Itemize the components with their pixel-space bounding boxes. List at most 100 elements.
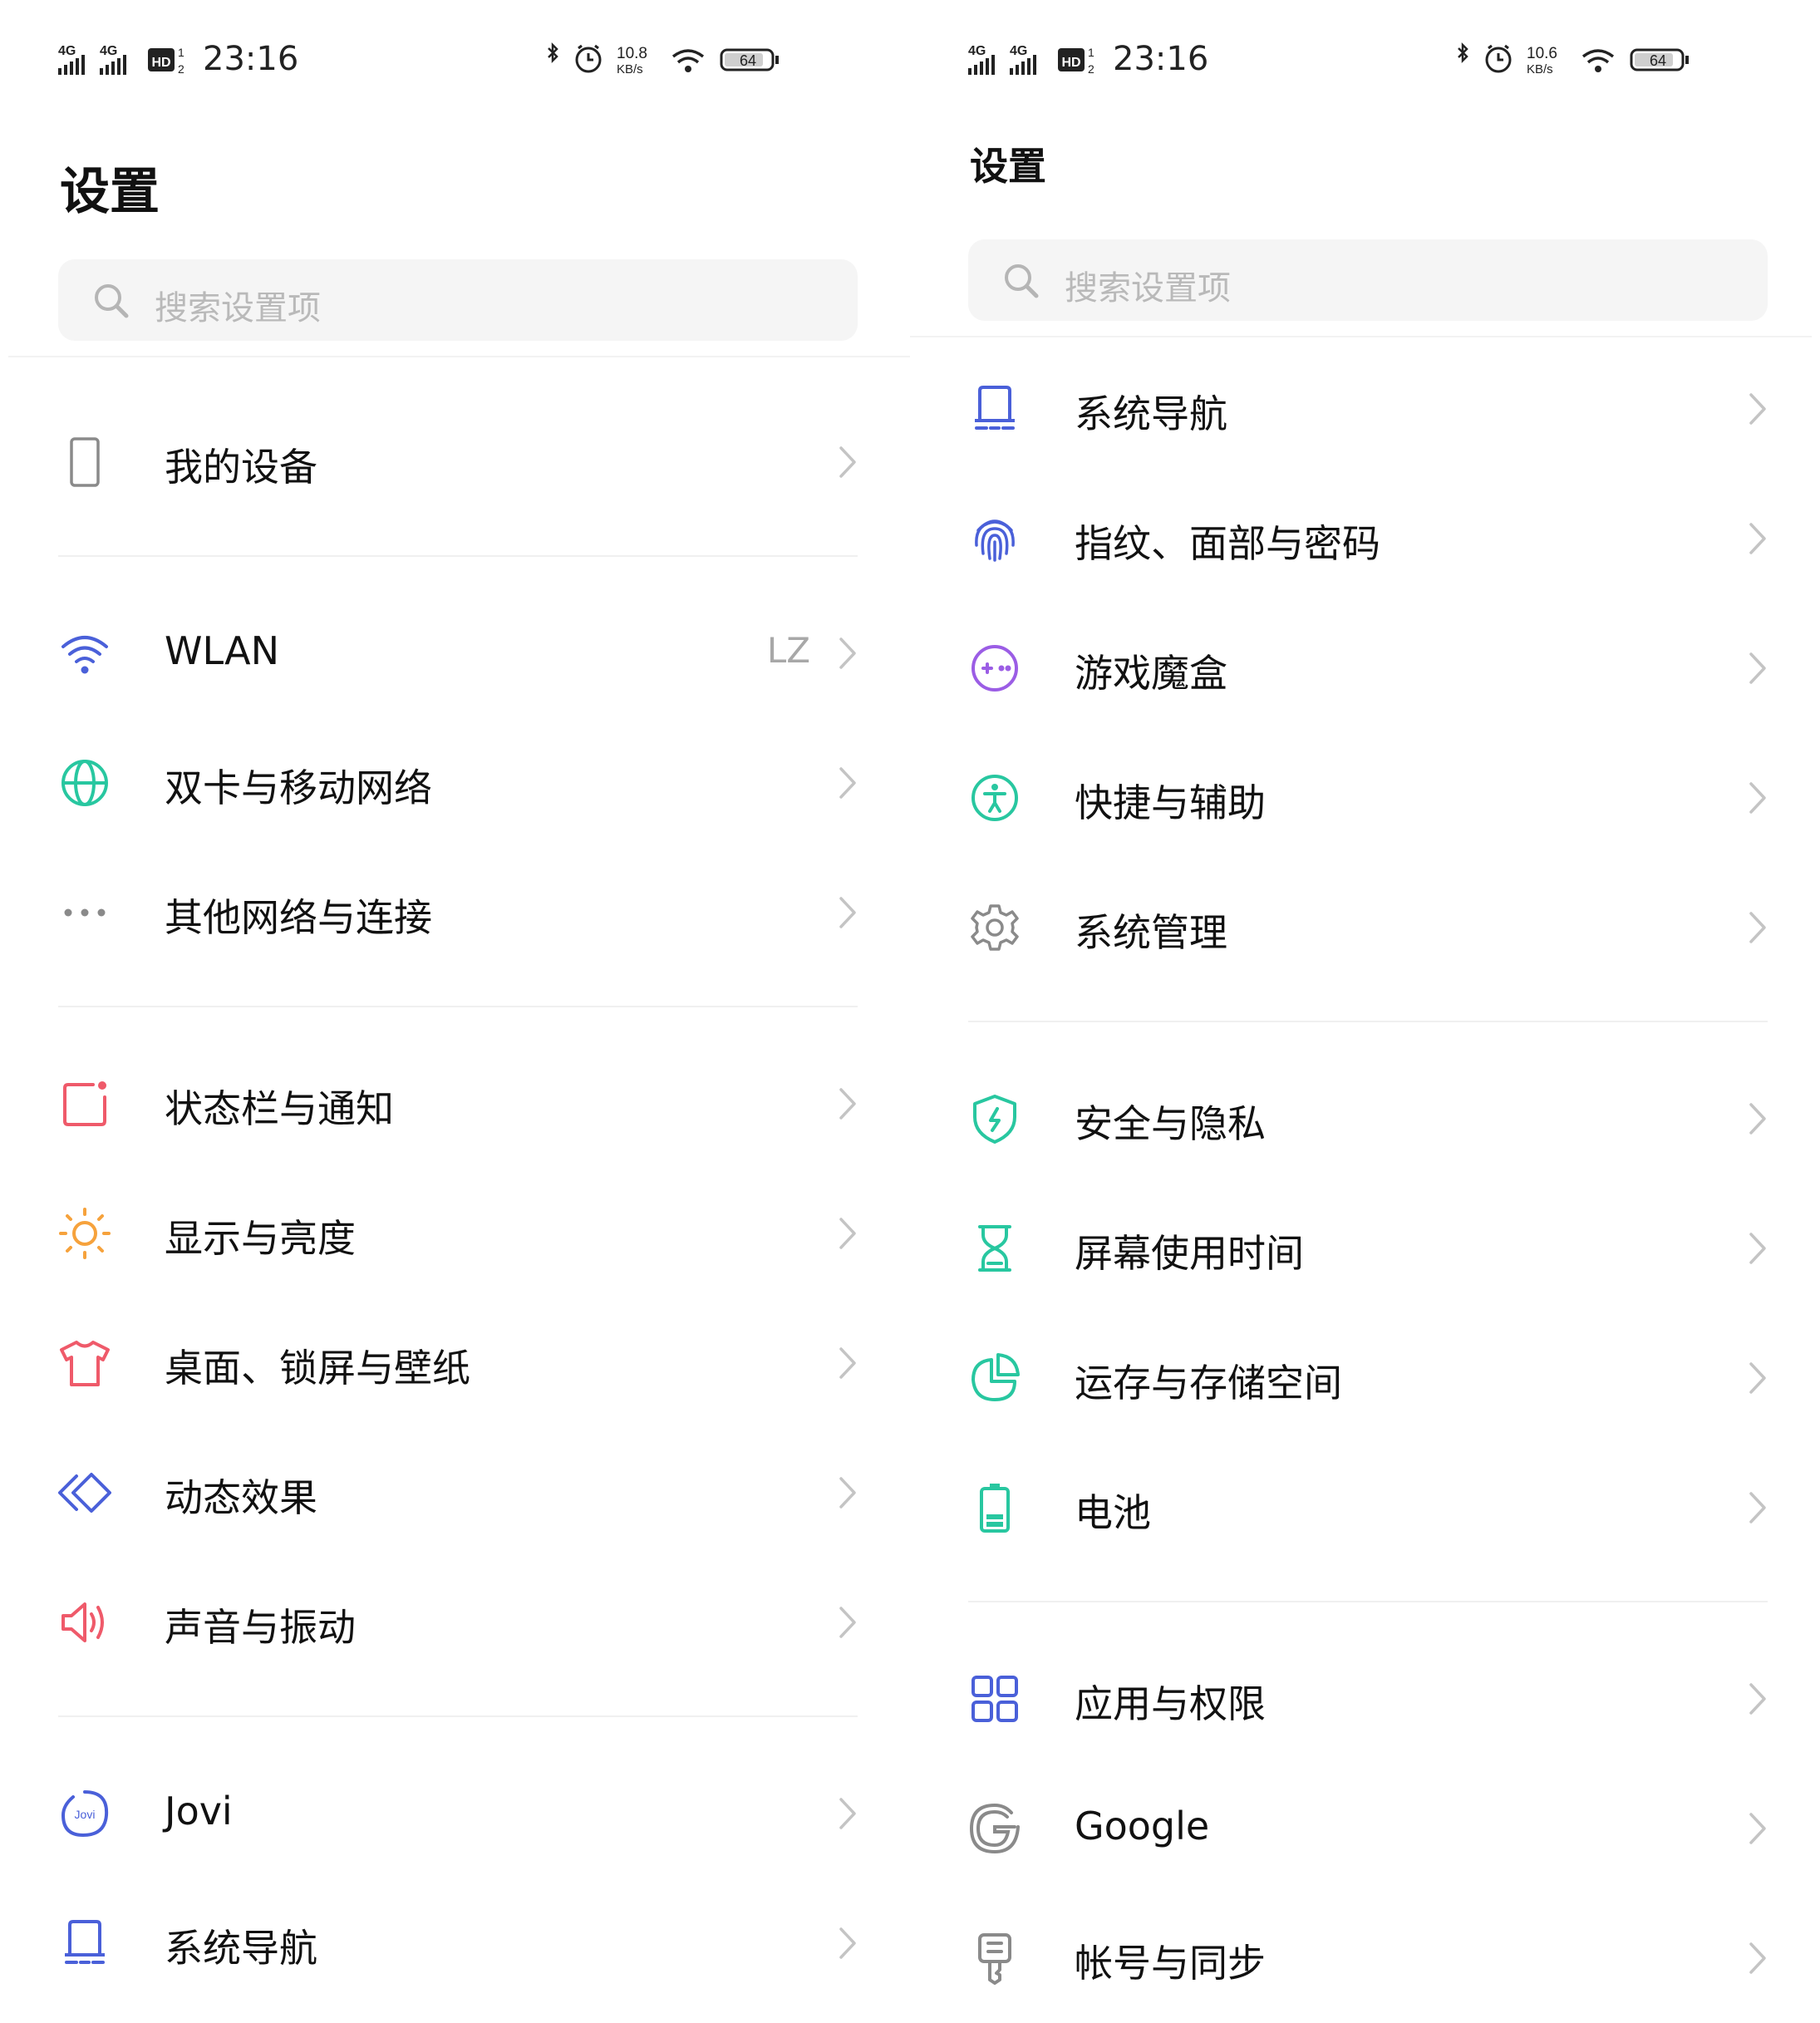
settings-row-memory-storage[interactable]: 运存与存储空间 bbox=[910, 1313, 1820, 1443]
chevron-right-icon bbox=[1749, 393, 1766, 425]
settings-row-battery[interactable]: 电池 bbox=[910, 1443, 1820, 1573]
chevron-right-icon bbox=[1749, 1233, 1766, 1264]
speaker-icon bbox=[61, 1602, 104, 1642]
settings-row-shortcuts-accessibility[interactable]: 快捷与辅助 bbox=[910, 733, 1820, 863]
left-settings-screen: 4G 4G HD 1 2 23:16 10.8 KB/s 64 设置 搜索设置项… bbox=[0, 0, 910, 2018]
svg-text:4G: 4G bbox=[968, 44, 986, 58]
clock-time: 23:16 bbox=[1113, 40, 1209, 78]
search-bar[interactable]: 搜索设置项 bbox=[58, 259, 858, 341]
settings-row-wlan[interactable]: WLAN LZ bbox=[0, 588, 910, 718]
row-label: 屏幕使用时间 bbox=[1075, 1231, 1304, 1276]
svg-text:2: 2 bbox=[178, 62, 184, 76]
settings-row-game-box[interactable]: 游戏魔盒 bbox=[910, 603, 1820, 733]
settings-row-jovi[interactable]: Jovi Jovi bbox=[0, 1749, 910, 1878]
diamond-icon bbox=[58, 1473, 111, 1513]
settings-row-security-privacy[interactable]: 安全与隐私 bbox=[910, 1054, 1820, 1184]
settings-row-screen-time[interactable]: 屏幕使用时间 bbox=[910, 1184, 1820, 1313]
google-icon bbox=[969, 1803, 1020, 1854]
gear-icon bbox=[971, 904, 1019, 951]
row-label: 状态栏与通知 bbox=[165, 1086, 394, 1131]
settings-row-google[interactable]: Google bbox=[910, 1764, 1820, 1893]
signal-icon: 4G 4G bbox=[968, 44, 1036, 75]
settings-row-desktop-wallpaper[interactable]: 桌面、锁屏与壁纸 bbox=[0, 1298, 910, 1428]
row-label: 游戏魔盒 bbox=[1075, 651, 1227, 696]
row-label: 动态效果 bbox=[165, 1475, 317, 1520]
section-divider bbox=[58, 1006, 858, 1007]
row-label: 帐号与同步 bbox=[1075, 1941, 1266, 1986]
row-label: 桌面、锁屏与壁纸 bbox=[165, 1346, 470, 1391]
section-divider bbox=[58, 555, 858, 557]
row-label: Jovi bbox=[165, 1789, 233, 1833]
account-key-icon bbox=[978, 1933, 1011, 1985]
row-label: 双卡与移动网络 bbox=[165, 765, 432, 810]
chevron-right-icon bbox=[839, 897, 856, 928]
settings-row-statusbar-notifications[interactable]: 状态栏与通知 bbox=[0, 1039, 910, 1169]
settings-row-dual-sim[interactable]: 双卡与移动网络 bbox=[0, 718, 910, 848]
search-icon bbox=[95, 284, 129, 318]
row-label: WLAN bbox=[165, 628, 280, 673]
hourglass-icon bbox=[978, 1225, 1011, 1272]
page-title: 设置 bbox=[60, 163, 160, 221]
settings-row-accounts-sync[interactable]: 帐号与同步 bbox=[910, 1893, 1820, 2023]
jovi-icon: Jovi bbox=[61, 1790, 109, 1838]
settings-row-system-management[interactable]: 系统管理 bbox=[910, 863, 1820, 992]
row-label: 电池 bbox=[1075, 1490, 1151, 1535]
section-divider bbox=[968, 1601, 1768, 1602]
globe-icon bbox=[61, 760, 108, 806]
svg-text:64: 64 bbox=[1650, 52, 1666, 69]
chevron-right-icon bbox=[839, 1927, 856, 1959]
settings-row-my-device[interactable]: 我的设备 bbox=[0, 397, 910, 527]
header-divider bbox=[910, 336, 1812, 337]
svg-text:4G: 4G bbox=[1010, 44, 1027, 58]
row-label: 显示与亮度 bbox=[165, 1216, 356, 1261]
settings-row-system-navigation[interactable]: 系统导航 bbox=[0, 1878, 910, 2008]
settings-row-fingerprint-face-password[interactable]: 指纹、面部与密码 bbox=[910, 474, 1820, 603]
row-label: 应用与权限 bbox=[1075, 1681, 1266, 1726]
chevron-right-icon bbox=[1749, 912, 1766, 943]
row-label: 声音与振动 bbox=[165, 1605, 356, 1650]
settings-row-apps-permissions[interactable]: 应用与权限 bbox=[910, 1634, 1820, 1764]
accessibility-icon bbox=[971, 775, 1018, 821]
svg-text:1: 1 bbox=[1088, 46, 1094, 59]
settings-row-sound-vibration[interactable]: 声音与振动 bbox=[0, 1558, 910, 1687]
settings-row-other-networks[interactable]: 其他网络与连接 bbox=[0, 848, 910, 977]
signal-icon: 4G 4G bbox=[58, 44, 126, 75]
section-divider bbox=[968, 1021, 1768, 1022]
status-right-icons: 10.8 KB/s 64 bbox=[548, 42, 779, 76]
svg-text:10.6: 10.6 bbox=[1527, 45, 1557, 62]
row-label: 指纹、面部与密码 bbox=[1075, 521, 1380, 566]
svg-text:2: 2 bbox=[1088, 62, 1094, 76]
pie-chart-icon bbox=[971, 1353, 1020, 1401]
chevron-right-icon bbox=[1749, 1103, 1766, 1135]
navigation-icon bbox=[65, 1920, 105, 1964]
chevron-right-icon bbox=[1749, 652, 1766, 684]
notification-icon bbox=[63, 1081, 106, 1126]
chevron-right-icon bbox=[839, 1347, 856, 1379]
page-title: 设置 bbox=[970, 144, 1046, 189]
chevron-right-icon bbox=[839, 1477, 856, 1509]
svg-text:4G: 4G bbox=[100, 44, 117, 58]
svg-text:10.8: 10.8 bbox=[617, 45, 647, 62]
row-label: 快捷与辅助 bbox=[1075, 780, 1266, 825]
sun-icon bbox=[59, 1208, 111, 1259]
chevron-right-icon bbox=[1749, 523, 1766, 554]
search-placeholder: 搜索设置项 bbox=[155, 289, 321, 327]
settings-row-animation[interactable]: 动态效果 bbox=[0, 1428, 910, 1558]
status-bar: 4G 4G HD 1 2 23:16 10.6 KB/s 64 bbox=[910, 38, 1820, 80]
row-label: 其他网络与连接 bbox=[165, 895, 432, 940]
svg-text:1: 1 bbox=[178, 46, 184, 59]
header-divider bbox=[8, 356, 910, 357]
section-divider bbox=[58, 1715, 858, 1717]
chevron-right-icon bbox=[1749, 1683, 1766, 1715]
settings-row-display-brightness[interactable]: 显示与亮度 bbox=[0, 1169, 910, 1298]
chevron-right-icon bbox=[1749, 1492, 1766, 1523]
search-bar[interactable]: 搜索设置项 bbox=[968, 239, 1768, 321]
hd-voice-icon: HD 1 2 bbox=[1058, 46, 1094, 76]
row-label: Google bbox=[1075, 1804, 1210, 1848]
chevron-right-icon bbox=[1749, 1813, 1766, 1844]
settings-row-system-navigation[interactable]: 系统导航 bbox=[910, 344, 1820, 474]
row-label: 运存与存储空间 bbox=[1075, 1361, 1342, 1405]
fingerprint-icon bbox=[975, 519, 1015, 562]
battery-icon bbox=[980, 1484, 1010, 1533]
tshirt-icon bbox=[60, 1341, 110, 1386]
